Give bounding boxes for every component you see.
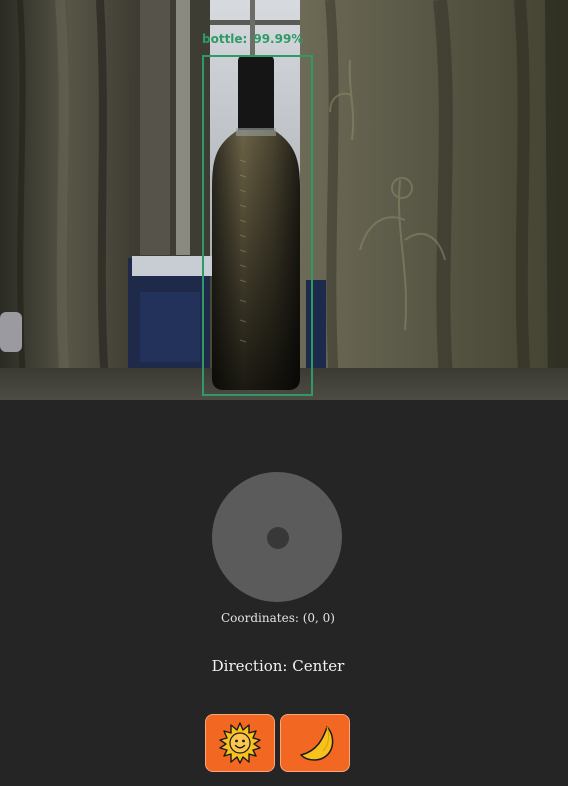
- detection-bounding-box: [202, 55, 313, 396]
- dark-mode-button[interactable]: [280, 714, 350, 772]
- camera-feed: bottle: 99.99%: [0, 0, 568, 400]
- app: bottle: 99.99% Coordinates: (0, 0) Direct…: [0, 0, 568, 786]
- detection-class: bottle:: [202, 32, 248, 46]
- direction-readout: Direction: Center: [211, 657, 345, 675]
- light-mode-button[interactable]: [205, 714, 275, 772]
- joystick-pad[interactable]: [212, 472, 342, 602]
- coordinates-readout: Coordinates: (0, 0): [221, 611, 335, 625]
- sun-icon: [219, 722, 261, 764]
- detection-confidence: 99.99%: [253, 32, 304, 46]
- joystick-knob[interactable]: [267, 527, 289, 549]
- detection-label: bottle: 99.99%: [202, 31, 303, 47]
- moon-icon: [300, 726, 334, 761]
